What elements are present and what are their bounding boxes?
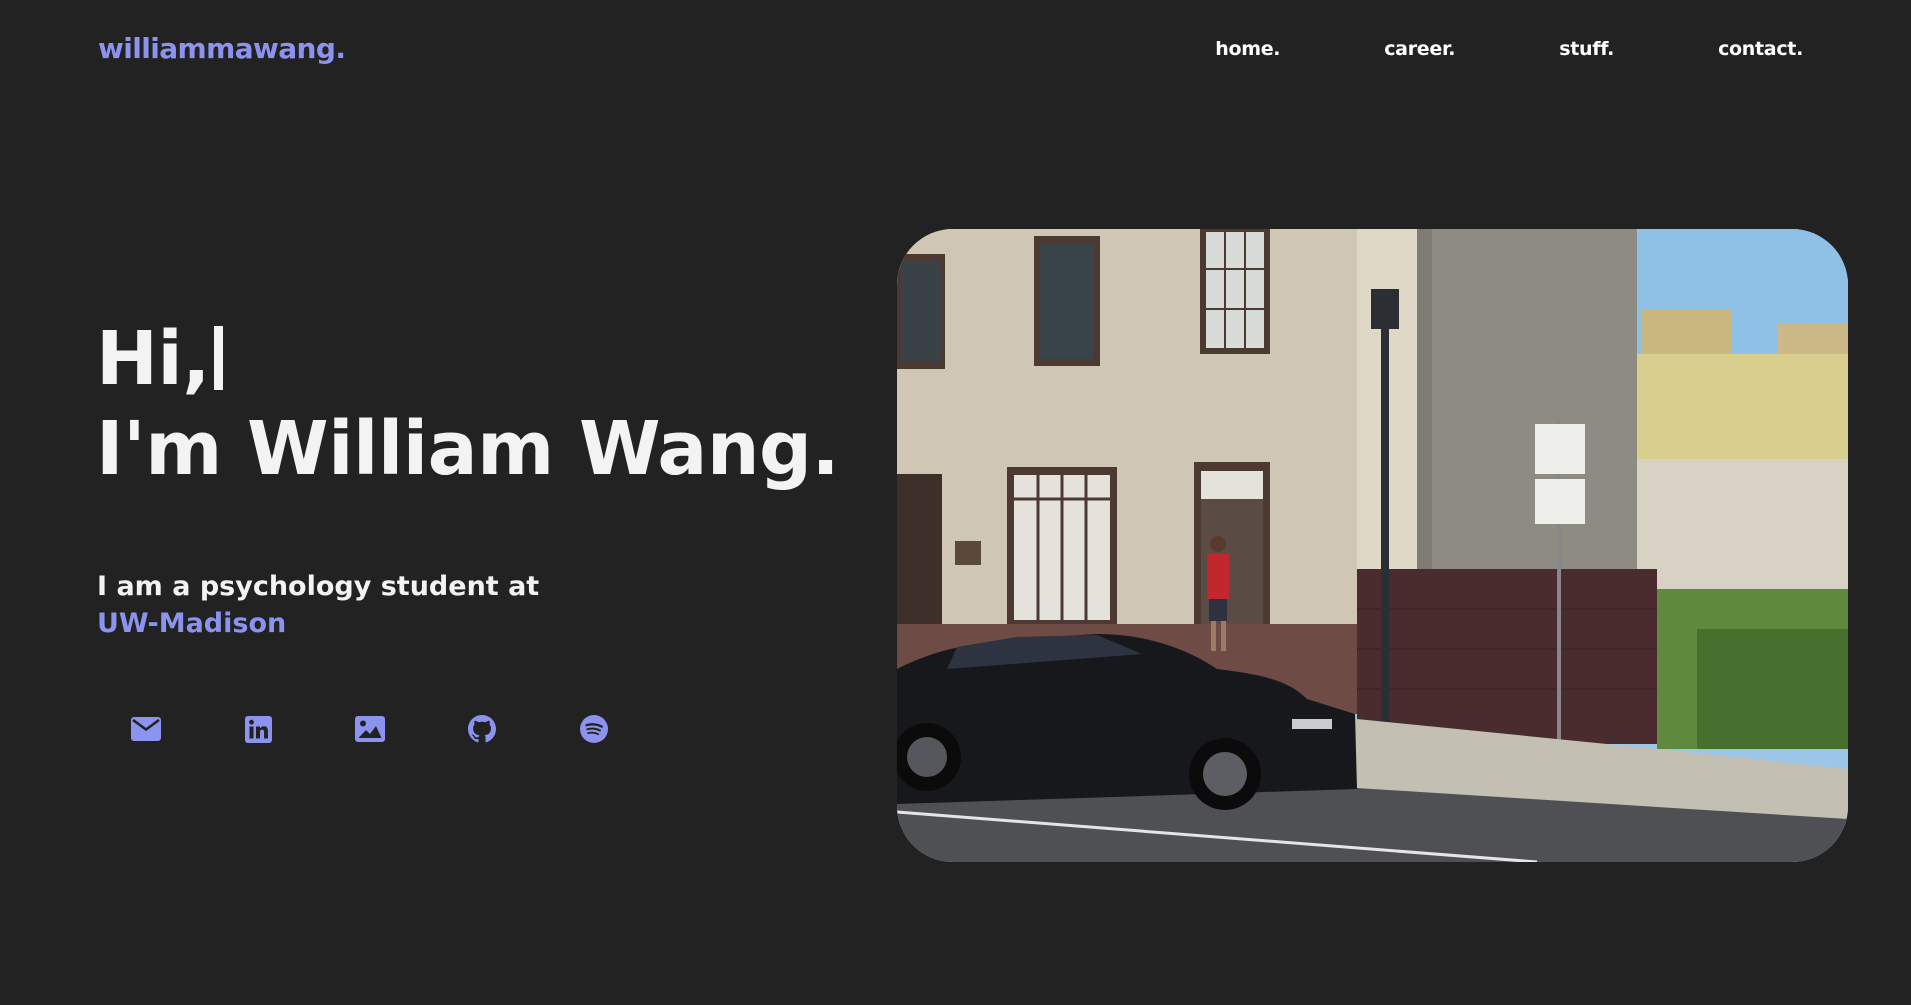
github-icon: [468, 715, 496, 743]
typing-cursor: [213, 326, 223, 390]
hero-heading: Hi, I'm William Wang.: [96, 314, 840, 494]
social-links: [124, 707, 616, 751]
nav-stuff[interactable]: stuff.: [1559, 38, 1614, 60]
linkedin-icon: [244, 715, 272, 743]
photos-link[interactable]: [348, 707, 392, 751]
email-link[interactable]: [124, 707, 168, 751]
nav-contact[interactable]: contact.: [1718, 38, 1803, 60]
hero-photo: [897, 229, 1848, 862]
intro-text: I am a psychology student at: [97, 571, 540, 602]
main-nav: home. career. stuff. contact.: [1215, 38, 1803, 60]
site-logo[interactable]: williammawang.: [98, 32, 346, 65]
hero-intro: I am a psychology student at UW-Madison: [97, 568, 539, 642]
hero-greeting-text: Hi,: [96, 316, 210, 402]
spotify-link[interactable]: [572, 707, 616, 751]
envelope-icon: [131, 717, 161, 741]
github-link[interactable]: [460, 707, 504, 751]
linkedin-link[interactable]: [236, 707, 280, 751]
hero-greeting-line: Hi,: [96, 314, 839, 404]
spotify-icon: [580, 715, 608, 743]
nav-home[interactable]: home.: [1215, 38, 1280, 60]
building: [897, 229, 1417, 629]
image-icon: [355, 716, 385, 742]
hero-name-line: I'm William Wang.: [96, 406, 840, 492]
school-link[interactable]: UW-Madison: [97, 605, 539, 642]
nav-career[interactable]: career.: [1384, 38, 1455, 60]
